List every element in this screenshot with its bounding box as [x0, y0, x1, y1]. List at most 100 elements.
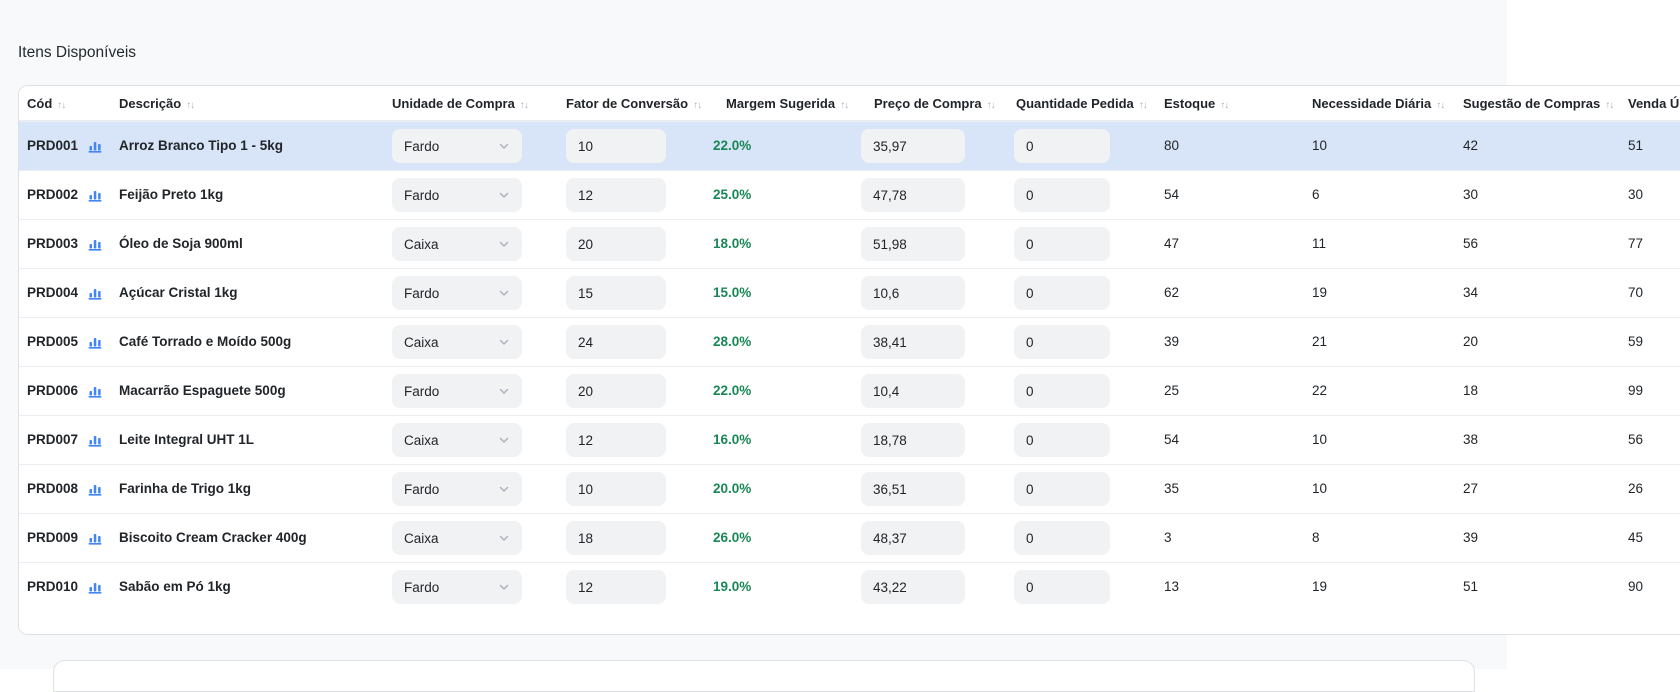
- purchase-price-input[interactable]: [861, 129, 965, 163]
- table-row[interactable]: PRD003Óleo de Soja 900mlCaixa18.0%471156…: [19, 219, 1680, 268]
- table-row[interactable]: PRD009Biscoito Cream Cracker 400gCaixa26…: [19, 513, 1680, 562]
- purchase-unit-select[interactable]: Caixa: [392, 325, 522, 359]
- chart-icon-button[interactable]: [85, 233, 105, 253]
- purchase-price-input[interactable]: [861, 227, 965, 261]
- chart-icon-button[interactable]: [85, 282, 105, 302]
- purchase-unit-select[interactable]: Fardo: [392, 472, 522, 506]
- purchase-unit-select[interactable]: Caixa: [392, 423, 522, 457]
- product-code: PRD005: [27, 334, 78, 349]
- ordered-quantity-input[interactable]: [1014, 325, 1110, 359]
- conversion-factor-input[interactable]: [566, 423, 666, 457]
- table-row[interactable]: PRD002Feijão Preto 1kgFardo25.0%5463030: [19, 170, 1680, 219]
- table-row[interactable]: PRD007Leite Integral UHT 1LCaixa16.0%541…: [19, 415, 1680, 464]
- conversion-factor-input[interactable]: [566, 521, 666, 555]
- purchase-price-input[interactable]: [861, 423, 965, 457]
- suggested-margin-value: 22.0%: [713, 383, 751, 398]
- purchase-unit-select[interactable]: Fardo: [392, 276, 522, 310]
- purchase-unit-select[interactable]: Fardo: [392, 129, 522, 163]
- header-cell-quantidade[interactable]: Quantidade Pedida↑↓: [1014, 96, 1164, 111]
- ordered-quantity-input[interactable]: [1014, 570, 1110, 604]
- ordered-quantity-input[interactable]: [1014, 423, 1110, 457]
- table-row[interactable]: PRD006Macarrão Espaguete 500gFardo22.0%2…: [19, 366, 1680, 415]
- header-cell-preco[interactable]: Preço de Compra↑↓: [861, 96, 1014, 111]
- purchase-price-input[interactable]: [861, 521, 965, 555]
- chart-icon-button[interactable]: [85, 135, 105, 155]
- header-cell-venda[interactable]: Venda Ú↑↓: [1628, 96, 1680, 111]
- conversion-factor-input[interactable]: [566, 178, 666, 212]
- ordered-quantity-input[interactable]: [1014, 472, 1110, 506]
- table-row[interactable]: PRD010Sabão em Pó 1kgFardo19.0%13195190: [19, 562, 1680, 611]
- header-cell-sugestao[interactable]: Sugestão de Compras↑↓: [1463, 96, 1628, 111]
- product-code: PRD009: [27, 530, 78, 545]
- header-label: Sugestão de Compras: [1463, 96, 1600, 111]
- conversion-factor-input[interactable]: [566, 325, 666, 359]
- bar-chart-icon: [87, 382, 103, 398]
- selected-unit-label: Fardo: [404, 482, 439, 497]
- ordered-quantity-input[interactable]: [1014, 129, 1110, 163]
- table-row[interactable]: PRD001Arroz Branco Tipo 1 - 5kgFardo22.0…: [19, 121, 1680, 170]
- table-row[interactable]: PRD008Farinha de Trigo 1kgFardo20.0%3510…: [19, 464, 1680, 513]
- header-label: Unidade de Compra: [392, 96, 515, 111]
- bar-chart-icon: [87, 235, 103, 251]
- conversion-factor-input[interactable]: [566, 129, 666, 163]
- purchase-price-input[interactable]: [861, 374, 965, 408]
- ordered-quantity-input[interactable]: [1014, 178, 1110, 212]
- purchase-price-input[interactable]: [861, 472, 965, 506]
- ordered-quantity-input[interactable]: [1014, 227, 1110, 261]
- purchase-suggestion-value: 39: [1463, 530, 1478, 545]
- ordered-quantity-input[interactable]: [1014, 276, 1110, 310]
- daily-need-value: 21: [1312, 334, 1327, 349]
- chevron-down-icon: [498, 385, 510, 397]
- header-cell-unidade[interactable]: Unidade de Compra↑↓: [392, 96, 566, 111]
- stock-value: 62: [1164, 285, 1179, 300]
- header-cell-cod[interactable]: Cód↑↓: [19, 96, 81, 111]
- suggested-margin-value: 28.0%: [713, 334, 751, 349]
- conversion-factor-input[interactable]: [566, 276, 666, 310]
- header-label: Descrição: [119, 96, 181, 111]
- header-cell-fator[interactable]: Fator de Conversão↑↓: [566, 96, 713, 111]
- purchase-unit-select[interactable]: Caixa: [392, 521, 522, 555]
- selected-unit-label: Fardo: [404, 286, 439, 301]
- product-description: Sabão em Pó 1kg: [119, 579, 231, 594]
- chevron-down-icon: [498, 581, 510, 593]
- daily-need-value: 11: [1312, 236, 1326, 251]
- purchase-price-input[interactable]: [861, 570, 965, 604]
- chart-icon-button[interactable]: [85, 527, 105, 547]
- purchase-suggestion-value: 38: [1463, 432, 1478, 447]
- product-description: Açúcar Cristal 1kg: [119, 285, 238, 300]
- ordered-quantity-input[interactable]: [1014, 374, 1110, 408]
- bar-chart-icon: [87, 578, 103, 594]
- chart-icon-button[interactable]: [85, 380, 105, 400]
- chevron-down-icon: [498, 483, 510, 495]
- conversion-factor-input[interactable]: [566, 570, 666, 604]
- purchase-unit-select[interactable]: Fardo: [392, 178, 522, 212]
- conversion-factor-input[interactable]: [566, 472, 666, 506]
- product-code: PRD003: [27, 236, 78, 251]
- product-description: Biscoito Cream Cracker 400g: [119, 530, 307, 545]
- table-row[interactable]: PRD005Café Torrado e Moído 500gCaixa28.0…: [19, 317, 1680, 366]
- sort-icon: ↑↓: [186, 100, 194, 111]
- header-cell-margem[interactable]: Margem Sugerida↑↓: [713, 96, 861, 111]
- conversion-factor-input[interactable]: [566, 374, 666, 408]
- purchase-unit-select[interactable]: Fardo: [392, 570, 522, 604]
- last-sale-value: 77: [1628, 236, 1643, 251]
- header-cell-estoque[interactable]: Estoque↑↓: [1164, 96, 1312, 111]
- chart-icon-button[interactable]: [85, 576, 105, 596]
- purchase-unit-select[interactable]: Caixa: [392, 227, 522, 261]
- purchase-price-input[interactable]: [861, 178, 965, 212]
- chart-icon-button[interactable]: [85, 184, 105, 204]
- ordered-quantity-input[interactable]: [1014, 521, 1110, 555]
- chevron-down-icon: [498, 434, 510, 446]
- chart-icon-button[interactable]: [85, 429, 105, 449]
- chart-icon-button[interactable]: [85, 478, 105, 498]
- purchase-price-input[interactable]: [861, 325, 965, 359]
- conversion-factor-input[interactable]: [566, 227, 666, 261]
- header-cell-descricao[interactable]: Descrição ↑↓: [119, 96, 392, 111]
- table-row[interactable]: PRD004Açúcar Cristal 1kgFardo15.0%621934…: [19, 268, 1680, 317]
- header-cell-necessidade[interactable]: Necessidade Diária↑↓: [1312, 96, 1463, 111]
- chart-icon-button[interactable]: [85, 331, 105, 351]
- purchase-price-input[interactable]: [861, 276, 965, 310]
- suggested-margin-value: 16.0%: [713, 432, 751, 447]
- purchase-unit-select[interactable]: Fardo: [392, 374, 522, 408]
- stock-value: 13: [1164, 579, 1179, 594]
